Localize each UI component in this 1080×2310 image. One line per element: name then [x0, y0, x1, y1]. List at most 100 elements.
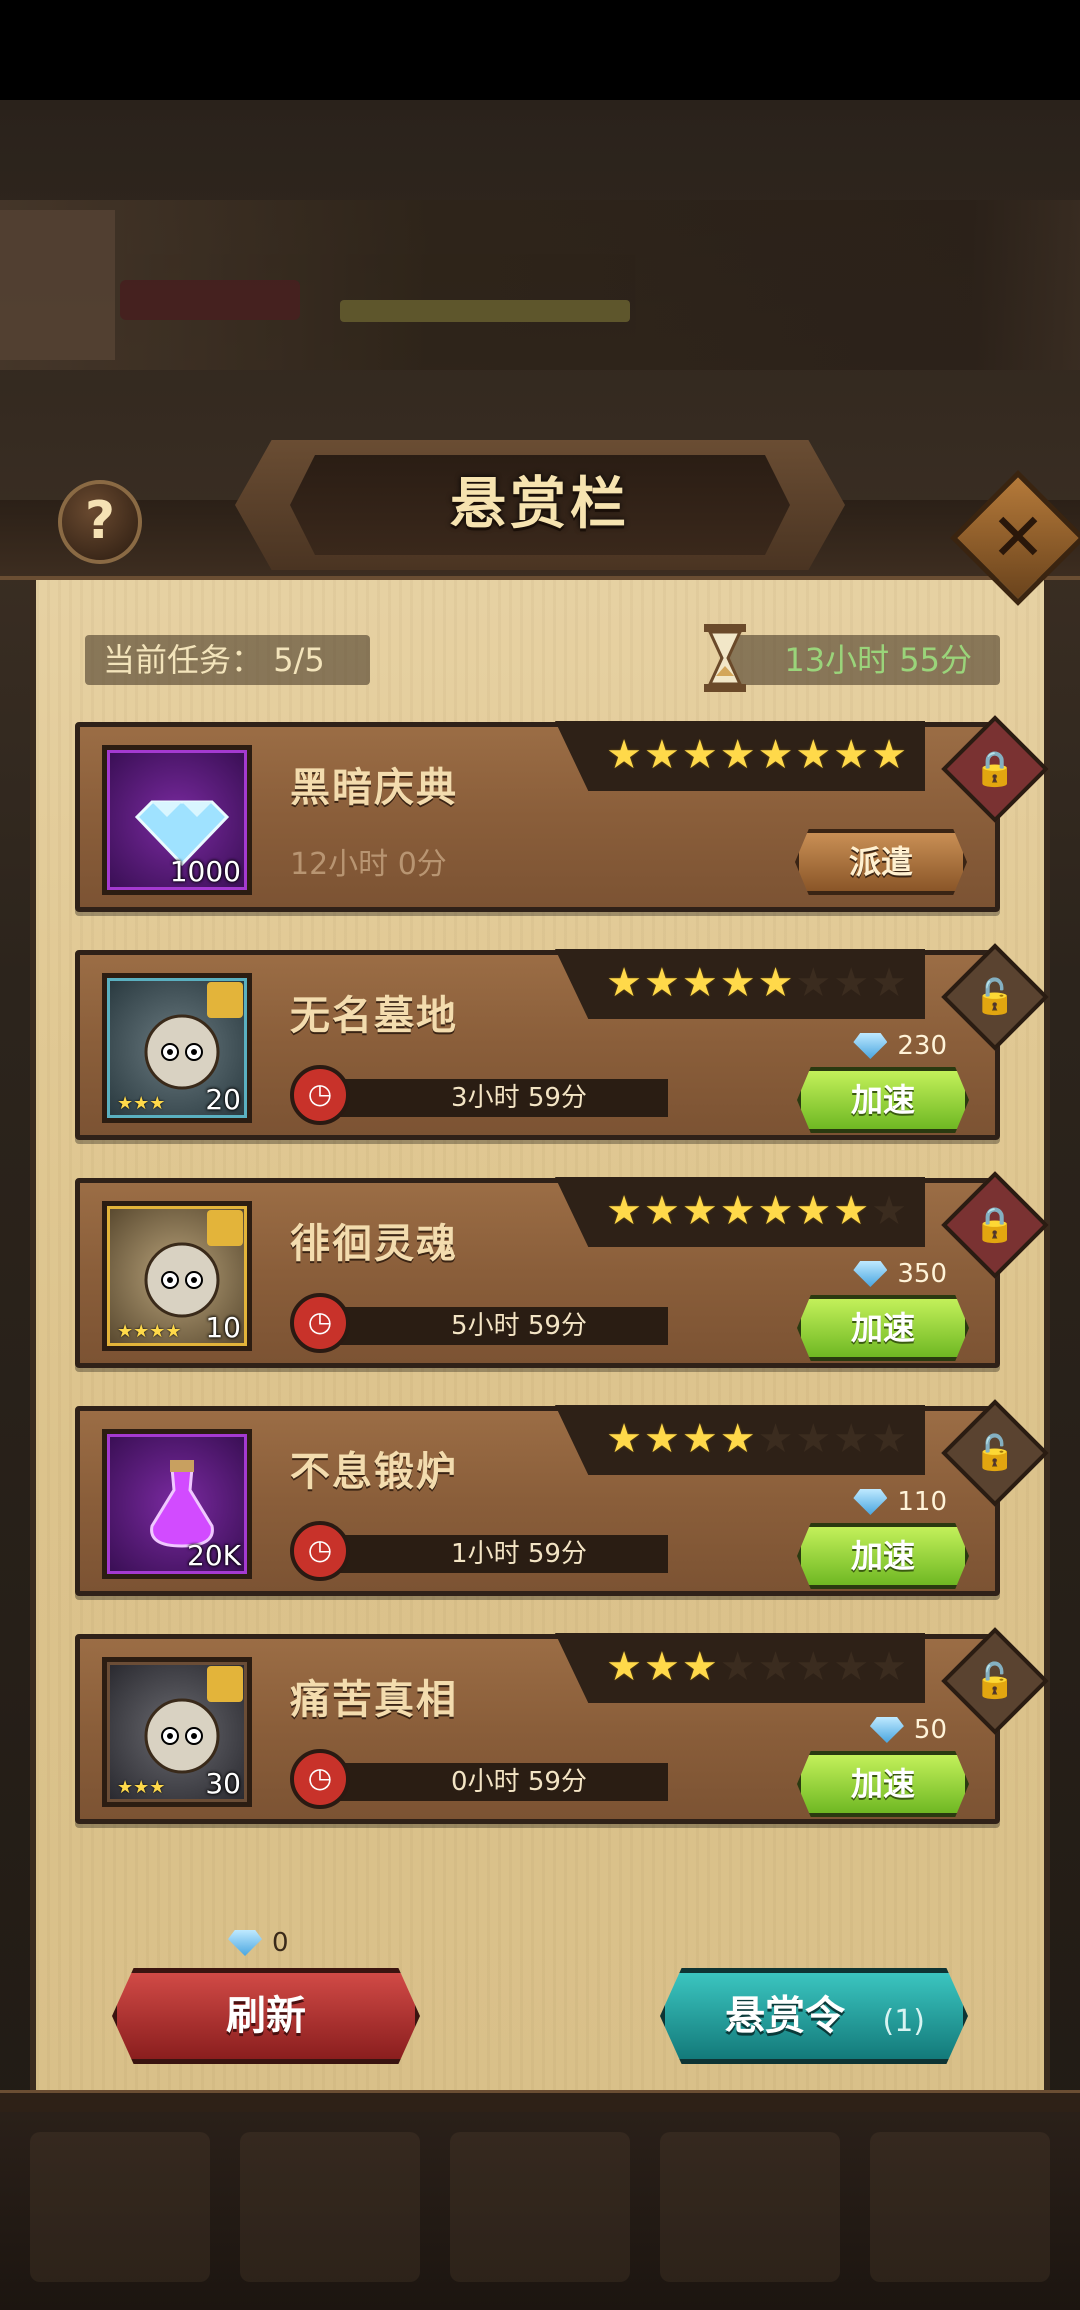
- star-icon: ★: [871, 960, 907, 1006]
- bounty-row: ★ ★ ★ ★ ★ ★ ★ ★ 🔓 ★★★ 30 痛苦真相 0小时 59分 ◷ 50 加速: [75, 1627, 1049, 1824]
- bounty-order-count: (1): [882, 2004, 926, 2039]
- star-icon: ★: [681, 1188, 718, 1234]
- background-red-label: [120, 280, 300, 320]
- nav-slot-5[interactable]: [870, 2132, 1050, 2282]
- star-icon: ★: [795, 960, 832, 1006]
- reward-item[interactable]: ★★★★ 10: [102, 1201, 252, 1351]
- nav-slot-2[interactable]: [240, 2132, 420, 2282]
- bounty-name: 无名墓地: [290, 993, 458, 1039]
- gem-icon: [853, 1033, 888, 1059]
- nav-slot-4[interactable]: [660, 2132, 840, 2282]
- puzzle-piece-icon: [207, 982, 243, 1018]
- star-icon: ★: [795, 1416, 832, 1462]
- speed-up-button[interactable]: 加速: [797, 1523, 969, 1589]
- star-icon: ★: [643, 1644, 680, 1690]
- close-icon: ✕: [990, 499, 1046, 576]
- star-icon: ★: [719, 732, 756, 778]
- speed-up-button[interactable]: 加速: [797, 1067, 969, 1133]
- unlock-icon: 🔓: [973, 977, 1017, 1017]
- star-icon: ★: [606, 1416, 642, 1462]
- nav-slot-1[interactable]: [30, 2132, 210, 2282]
- background-progress-bar: [340, 300, 630, 322]
- speedup-cost: 110: [853, 1487, 947, 1517]
- current-tasks: 当前任务： 5/5: [85, 635, 370, 685]
- star-icon: ★: [757, 1644, 794, 1690]
- star-icon: ★: [643, 1188, 680, 1234]
- speedup-cost: 230: [853, 1031, 947, 1061]
- panel-bottom-edge: [0, 2090, 1080, 2112]
- star-icon: ★: [871, 1416, 907, 1462]
- current-tasks-value: 5/5: [273, 641, 325, 679]
- item-quantity: 10: [205, 1311, 241, 1344]
- speedup-cost: 50: [869, 1715, 947, 1745]
- difficulty-stars: ★ ★ ★ ★ ★ ★ ★ ★: [606, 1417, 907, 1461]
- speed-up-button[interactable]: 加速: [797, 1751, 969, 1817]
- speedup-cost-value: 230: [897, 1031, 947, 1061]
- speedup-cost-value: 350: [897, 1259, 947, 1289]
- bounty-row: ★ ★ ★ ★ ★ ★ ★ ★ 🔒 ★★★★ 10 徘徊灵魂 5小时 59分 ◷ 350 加速: [75, 1171, 1049, 1368]
- clock-icon: ◷: [290, 1749, 350, 1809]
- star-icon: ★: [681, 732, 718, 778]
- star-icon: ★: [871, 1188, 907, 1234]
- reward-item[interactable]: ★★★ 30: [102, 1657, 252, 1807]
- star-icon: ★: [606, 960, 642, 1006]
- countdown-bar: 0小时 59分: [330, 1763, 668, 1801]
- item-stars: ★★★: [117, 1093, 166, 1114]
- star-icon: ★: [871, 732, 907, 778]
- page-title: 悬赏栏: [450, 472, 630, 537]
- bounty-order-button[interactable]: 悬赏令 (1): [660, 1968, 968, 2064]
- difficulty-stars: ★ ★ ★ ★ ★ ★ ★ ★: [606, 961, 907, 1005]
- countdown-text: 3小时 59分: [451, 1083, 587, 1113]
- difficulty-stars: ★ ★ ★ ★ ★ ★ ★ ★: [606, 733, 907, 777]
- reward-item[interactable]: 20K: [102, 1429, 252, 1579]
- reward-item[interactable]: 1000: [102, 745, 252, 895]
- puzzle-piece-icon: [207, 1666, 243, 1702]
- item-stars: ★★★: [117, 1777, 166, 1798]
- bounty-name: 不息锻炉: [290, 1449, 458, 1495]
- help-button[interactable]: ?: [58, 480, 142, 564]
- star-icon: ★: [833, 732, 870, 778]
- bounty-duration: 12小时 0分: [290, 847, 447, 882]
- clock-icon: ◷: [290, 1521, 350, 1581]
- speed-up-button[interactable]: 加速: [797, 1295, 969, 1361]
- star-icon: ★: [833, 960, 870, 1006]
- difficulty-stars: ★ ★ ★ ★ ★ ★ ★ ★: [606, 1645, 907, 1689]
- bounty-name: 黑暗庆典: [290, 765, 458, 811]
- difficulty-stars: ★ ★ ★ ★ ★ ★ ★ ★: [606, 1189, 907, 1233]
- refresh-button[interactable]: 刷新: [112, 1968, 420, 2064]
- clock-icon: ◷: [290, 1293, 350, 1353]
- bounty-row: ★ ★ ★ ★ ★ ★ ★ ★ 🔓 20K 不息锻炉 1小时 59分 ◷ 110 加速: [75, 1399, 1049, 1596]
- item-quantity: 20: [205, 1083, 241, 1116]
- puzzle-piece-icon: [207, 1210, 243, 1246]
- countdown-text: 5小时 59分: [451, 1311, 587, 1341]
- star-icon: ★: [757, 1416, 794, 1462]
- background-blurred-card: [0, 200, 1080, 370]
- bottom-navbar: [0, 2112, 1080, 2310]
- star-icon: ★: [719, 1644, 756, 1690]
- star-icon: ★: [643, 732, 680, 778]
- star-icon: ★: [681, 1416, 718, 1462]
- star-icon: ★: [757, 732, 794, 778]
- gem-icon: [869, 1717, 904, 1743]
- current-tasks-label: 当前任务：: [103, 641, 264, 679]
- lock-icon: 🔒: [973, 1205, 1017, 1245]
- refresh-cost-value: 0: [272, 1928, 289, 1958]
- star-icon: ★: [719, 1416, 756, 1462]
- star-icon: ★: [606, 732, 642, 778]
- bounty-order-label: 悬赏令: [725, 1993, 845, 2039]
- item-quantity: 1000: [169, 855, 241, 888]
- speedup-cost: 350: [853, 1259, 947, 1289]
- gem-icon: [228, 1930, 262, 1956]
- speedup-cost-value: 50: [913, 1715, 947, 1745]
- dispatch-button[interactable]: 派遣: [795, 829, 967, 895]
- star-icon: ★: [795, 1644, 832, 1690]
- countdown-bar: 3小时 59分: [330, 1079, 668, 1117]
- star-icon: ★: [833, 1416, 870, 1462]
- item-quantity: 30: [205, 1767, 241, 1800]
- star-icon: ★: [871, 1644, 907, 1690]
- star-icon: ★: [719, 1188, 756, 1234]
- star-icon: ★: [833, 1644, 870, 1690]
- star-icon: ★: [606, 1188, 642, 1234]
- reward-item[interactable]: ★★★ 20: [102, 973, 252, 1123]
- nav-slot-3[interactable]: [450, 2132, 630, 2282]
